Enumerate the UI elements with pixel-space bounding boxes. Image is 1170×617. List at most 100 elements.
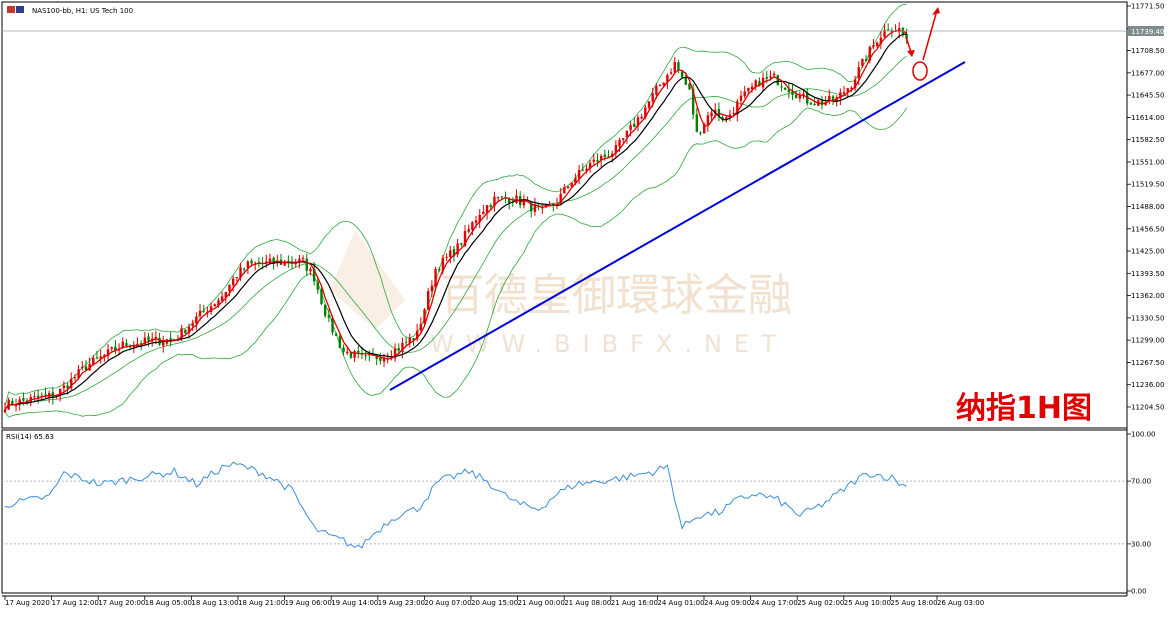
candle-bull xyxy=(710,112,713,117)
candle-bull xyxy=(651,93,654,102)
price-tick-label: 11456.50 xyxy=(1131,225,1164,233)
candle-bull xyxy=(566,186,570,189)
candle-bear xyxy=(887,29,890,31)
price-tick-label: 11551.00 xyxy=(1131,158,1164,166)
candle-bull xyxy=(743,91,746,97)
candle-bull xyxy=(346,351,349,354)
candle-bear xyxy=(379,357,382,361)
price-tick-label: 11645.50 xyxy=(1131,92,1164,100)
candle-bear xyxy=(323,304,327,316)
price-tick-label: 11362.00 xyxy=(1131,292,1164,300)
time-tick-label: 18 Aug 21:00 xyxy=(238,599,285,607)
candle-bear xyxy=(500,196,503,198)
time-tick-label: 20 Aug 07:00 xyxy=(424,599,471,607)
price-tick-label: 11677.00 xyxy=(1131,69,1164,77)
current-price-label: 11739.40 xyxy=(1131,28,1164,36)
candle-bear xyxy=(125,343,128,347)
time-tick-label: 24 Aug 09:00 xyxy=(704,599,751,607)
candle-bull xyxy=(802,93,805,95)
candle-bull xyxy=(198,310,202,316)
candle-bull xyxy=(772,73,776,76)
candle-bear xyxy=(184,329,187,334)
price-tick-label: 11519.50 xyxy=(1131,181,1164,189)
candle-bear xyxy=(864,58,868,61)
price-axis: 11771.50 11739.40 11708.50 11677.00 11645.50… xyxy=(1127,3,1164,412)
candle-bull xyxy=(747,87,750,92)
time-tick-label: 21 Aug 00:00 xyxy=(518,599,565,607)
candle-bull xyxy=(658,85,662,87)
candle-bear xyxy=(596,160,599,162)
candle-bear xyxy=(780,86,783,88)
candle-bear xyxy=(169,338,172,340)
time-tick-label: 19 Aug 23:00 xyxy=(378,599,425,607)
price-tick-label: 11708.50 xyxy=(1131,47,1164,55)
candle-bull xyxy=(231,278,235,286)
candle-bull xyxy=(739,95,743,101)
candle-bull xyxy=(872,44,875,47)
candle-bear xyxy=(460,243,463,245)
price-tick-label: 11582.50 xyxy=(1131,136,1164,144)
candle-bear xyxy=(202,310,205,312)
time-tick-label: 17 Aug 20:00 xyxy=(98,599,145,607)
candle-bear xyxy=(699,132,702,134)
candle-bull xyxy=(353,351,356,358)
time-tick-label: 17 Aug 12:00 xyxy=(52,599,99,607)
candle-bull xyxy=(622,138,625,140)
time-tick-label: 24 Aug 01:00 xyxy=(657,599,704,607)
candle-bear xyxy=(22,398,25,401)
candle-bear xyxy=(603,154,607,157)
candle-bear xyxy=(320,289,323,304)
candle-bear xyxy=(783,87,787,90)
candle-bear xyxy=(813,104,816,106)
price-tick-label: 11299.00 xyxy=(1131,337,1164,345)
annotation-title: 纳指1H图 xyxy=(956,391,1092,426)
time-tick-label: 26 Aug 03:00 xyxy=(937,599,984,607)
candle-bull xyxy=(669,72,673,74)
price-tick-label: 11236.00 xyxy=(1131,381,1164,389)
candle-bear xyxy=(364,355,367,357)
time-axis: 17 Aug 2020 17 Aug 12:00 17 Aug 20:00 18 Au… xyxy=(4,596,984,607)
candle-bull xyxy=(842,92,846,94)
candle-bull xyxy=(246,261,250,268)
candle-bull xyxy=(618,139,621,147)
candle-bull xyxy=(467,229,470,232)
time-tick-label: 25 Aug 02:00 xyxy=(797,599,844,607)
time-tick-label: 19 Aug 06:00 xyxy=(285,599,332,607)
candle-bull xyxy=(592,159,595,162)
candle-bull xyxy=(3,409,7,413)
candle-bear xyxy=(397,348,400,351)
time-tick-label: 24 Aug 17:00 xyxy=(751,599,798,607)
candle-bear xyxy=(806,93,809,104)
candle-bull xyxy=(706,115,710,125)
candle-bull xyxy=(430,285,434,291)
rsi-tick-label: 100.00 xyxy=(1131,431,1156,439)
candle-bull xyxy=(449,250,452,257)
candle-bear xyxy=(357,350,360,353)
candle-bear xyxy=(147,336,150,341)
candle-bull xyxy=(629,125,632,131)
candle-bull xyxy=(228,284,231,291)
candle-bull xyxy=(647,101,651,108)
candle-bull xyxy=(522,201,526,206)
price-tick-label: 11614.00 xyxy=(1131,114,1164,122)
candle-bear xyxy=(44,394,47,396)
candle-bear xyxy=(695,114,699,132)
candle-bull xyxy=(213,304,216,307)
candle-bull xyxy=(445,256,448,258)
candle-bear xyxy=(795,94,798,99)
candle-bull xyxy=(577,169,581,179)
candle-bear xyxy=(438,269,441,271)
candle-bull xyxy=(563,187,566,194)
candle-bear xyxy=(820,100,824,106)
rsi-tick-label: 70.00 xyxy=(1131,478,1151,486)
candle-bear xyxy=(680,71,684,78)
price-tick-label: 11488.00 xyxy=(1131,203,1164,211)
candle-bull xyxy=(162,342,165,346)
candle-bull xyxy=(309,268,312,272)
candle-bear xyxy=(633,123,636,127)
time-tick-label: 20 Aug 15:00 xyxy=(471,599,518,607)
candle-bear xyxy=(335,333,338,336)
candle-bull xyxy=(191,323,194,327)
candle-bear xyxy=(158,337,161,345)
rsi-label: RSI(14) 65.63 xyxy=(6,433,54,441)
